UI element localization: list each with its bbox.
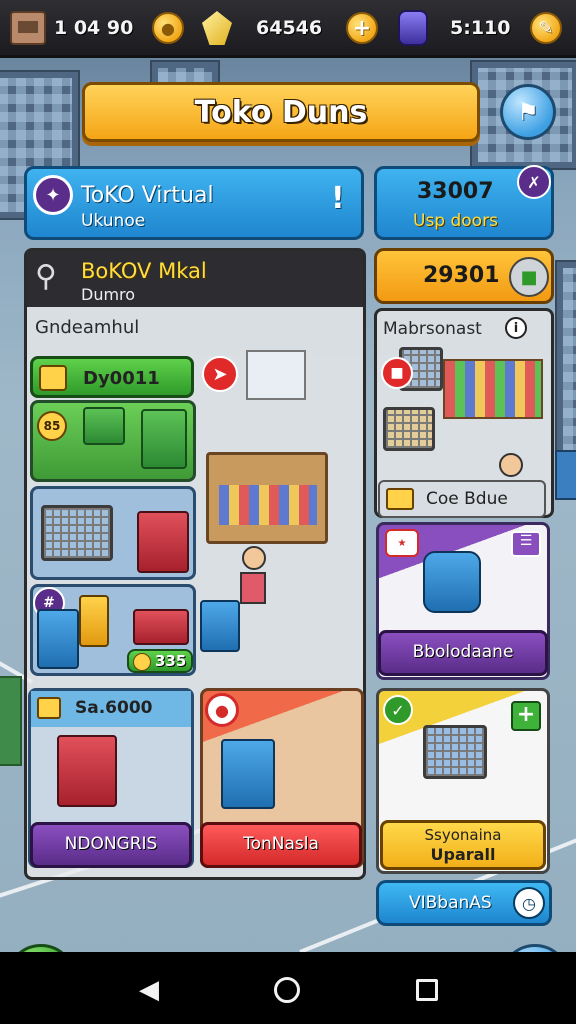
gem-icon [202, 11, 232, 45]
cash-icon: ■ [509, 257, 549, 297]
level-badge: 85 [37, 411, 67, 441]
back-icon[interactable]: ◀ [134, 972, 164, 1008]
crate-icon [10, 11, 46, 45]
resource-counter: 5:110 [398, 10, 510, 46]
robot-icon [423, 551, 481, 613]
section-title: Gndeamhul [35, 317, 140, 338]
store-header-panel[interactable]: ✦ ToKO Virtual Ukunoe ! [24, 166, 364, 240]
settings-button[interactable]: ⚑ [500, 84, 556, 140]
check-icon: ✓ [383, 695, 413, 725]
price-label: Sa.6000 [75, 698, 153, 718]
shop-title-banner: Toko Duns [82, 82, 480, 142]
shelf-goods [219, 485, 317, 525]
ticket-icon [39, 365, 67, 391]
vibbanas-button[interactable]: VIBbanAS ◷ [376, 880, 552, 926]
store-title: ToKO Virtual [81, 183, 214, 208]
edit-icon[interactable]: ✎ [530, 12, 562, 44]
market-title: BoKOV Mkal [81, 259, 207, 283]
shopkeeper-character [240, 546, 268, 626]
item-tile-goods[interactable]: 85 [30, 400, 196, 482]
category-label: Dy0011 [83, 368, 160, 389]
sale-icon[interactable]: ■ [381, 357, 413, 389]
new-tag-icon: ★ [385, 529, 419, 557]
shelf-goods [443, 359, 543, 419]
display-shelf [200, 600, 240, 652]
ticket-icon [386, 488, 414, 510]
resource-value: 5:110 [450, 17, 511, 39]
coins-value: 29301 [423, 263, 500, 288]
ndongris-button[interactable]: NDONGRIS [30, 822, 192, 868]
bbolodaane-button[interactable]: Bbolodaane [378, 630, 548, 676]
shopping-cart-icon [41, 505, 113, 561]
register-icon [133, 609, 189, 645]
recents-icon[interactable] [412, 972, 442, 1008]
cost-tag: 335 [127, 649, 193, 673]
shop-title: Toko Duns [194, 94, 368, 130]
coe-bdue-button[interactable]: Coe Bdue [378, 480, 546, 518]
store-subtitle: Ukunoe [81, 211, 146, 231]
discount-icon: ● [205, 693, 239, 727]
alert-marker: ! [331, 181, 345, 216]
resource-counter: 64546 [202, 10, 322, 46]
info-icon[interactable]: i [505, 317, 527, 339]
tonnasla-label: TonNasla [243, 834, 319, 854]
shop-sign [246, 350, 306, 400]
stats-value: 33007 [417, 179, 494, 204]
shopping-cart-icon [423, 725, 487, 779]
wrench-icon: ⚲ [35, 259, 57, 294]
home-icon[interactable] [272, 972, 302, 1008]
cost-value: 335 [155, 652, 187, 670]
bbolodaane-label: Bbolodaane [412, 642, 514, 662]
potion-icon [398, 10, 428, 46]
machine-icon [37, 609, 79, 669]
item-tile-machines[interactable]: # 335 [30, 584, 196, 676]
resource-value: 1 04 90 [54, 17, 134, 39]
coe-bdue-label: Coe Bdue [426, 489, 508, 509]
menu-icon[interactable]: ☰ [511, 531, 541, 557]
shop-counter [206, 452, 328, 544]
upgrade-label-line1: Ssyonaina [424, 826, 502, 844]
market-subtitle: Dumro [81, 285, 136, 304]
tonnasla-button[interactable]: TonNasla [200, 822, 362, 868]
vibbanas-label: VIBbanAS [409, 893, 492, 913]
section-title: Mabrsonast [383, 319, 482, 339]
shop-panel-header: ⚲ BoKOV Mkal Dumro [27, 251, 363, 307]
resource-bar: 1 04 90 ● 64546 + 5:110 ✎ [0, 0, 576, 58]
ticket-icon [37, 697, 61, 719]
resource-value: 64546 [256, 17, 323, 39]
item-tile-cart[interactable] [30, 486, 196, 580]
resource-counter: 1 04 90 [10, 10, 133, 46]
building [555, 260, 576, 480]
coins-panel[interactable]: 29301 ■ [374, 248, 554, 304]
blue-box-icon [221, 739, 275, 809]
upgrade-label-line2: Uparall [430, 845, 496, 864]
stats-panel[interactable]: 33007 Usp doors ✗ [374, 165, 554, 240]
shopping-cart-icon [383, 407, 435, 451]
boost-icon[interactable]: ✗ [517, 165, 551, 199]
register-icon [83, 407, 125, 445]
coin-icon[interactable]: ● [152, 12, 184, 44]
item-category-button[interactable]: Dy0011 [30, 356, 194, 398]
shelf-icon [141, 409, 187, 469]
machine-icon [79, 595, 109, 647]
stats-label: Usp doors [413, 211, 498, 231]
coin-icon [133, 653, 151, 671]
add-currency-icon[interactable]: + [346, 12, 378, 44]
crate [555, 450, 576, 500]
upgrade-button[interactable]: Ssyonaina Uparall [380, 820, 546, 870]
ndongris-label: NDONGRIS [64, 834, 158, 854]
crate-icon [137, 511, 189, 573]
clock-icon: ◷ [513, 887, 545, 919]
tag-icon: ⚑ [517, 98, 539, 126]
crate [0, 676, 22, 766]
add-icon[interactable]: + [511, 701, 541, 731]
close-icon[interactable]: ➤ [202, 356, 238, 392]
red-box-icon [57, 735, 117, 807]
network-icon: ✦ [33, 175, 73, 215]
customer-character [499, 453, 523, 477]
